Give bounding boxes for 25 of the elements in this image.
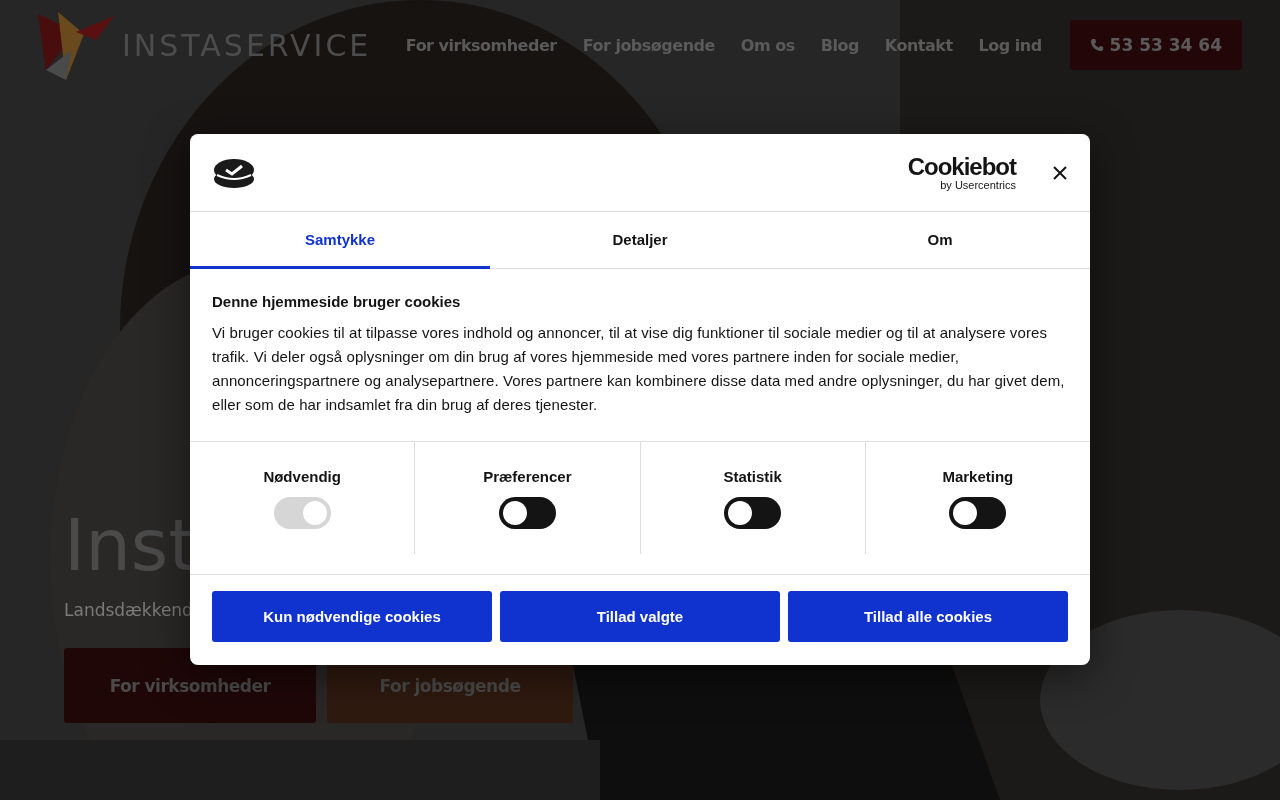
tab[interactable]: Om bbox=[790, 212, 1090, 269]
nav-link[interactable]: Log ind bbox=[978, 35, 1042, 55]
category-label: Statistik bbox=[723, 468, 782, 485]
phone-button[interactable]: 53 53 34 64 bbox=[1069, 20, 1242, 70]
consent-button[interactable]: Kun nødvendige cookies bbox=[212, 591, 492, 642]
category-label: Nødvendig bbox=[263, 468, 341, 485]
brand-logo-text: Cookiebot bbox=[907, 154, 1016, 179]
check-disc-icon bbox=[213, 156, 255, 189]
hero-subtitle: Landsdækkend bbox=[64, 600, 193, 620]
toggle-switch[interactable] bbox=[949, 497, 1007, 529]
tab[interactable]: Detaljer bbox=[490, 212, 790, 269]
dialog-text: Vi bruger cookies til at tilpasse vores indhold og annoncer, til at vise dig funktioner til sociale medier og til at analysere vores trafik. Vi deler også oplysninger om din brug af vores hjemmeside med vores partnere inden for sociale medier, annonceringspartnere og analysepartnere. Vores partnere kan kombinere disse data med andre oplysninger, du har givet dem, eller som de har indsamlet fra din brug af deres tjenester. bbox=[212, 323, 1066, 415]
nav-link[interactable]: Kontakt bbox=[884, 35, 953, 55]
nav-link[interactable]: For virksomheder bbox=[405, 35, 557, 55]
toggle-switch[interactable] bbox=[724, 497, 782, 529]
category-label: Marketing bbox=[942, 468, 1014, 485]
phone-icon bbox=[1089, 38, 1104, 52]
category-label: Præferencer bbox=[483, 468, 572, 485]
toggle-switch[interactable] bbox=[498, 497, 556, 529]
dialog-heading: Denne hjemmeside bruger cookies bbox=[212, 293, 462, 310]
logo-text[interactable]: INSTASERVICE bbox=[122, 27, 372, 63]
brand-tagline: by Usercentrics bbox=[940, 178, 1016, 191]
tab[interactable]: Samtykke bbox=[190, 212, 490, 269]
consent-button[interactable]: Tillad alle cookies bbox=[788, 591, 1068, 642]
consent-button[interactable]: Tillad valgte bbox=[500, 591, 780, 642]
